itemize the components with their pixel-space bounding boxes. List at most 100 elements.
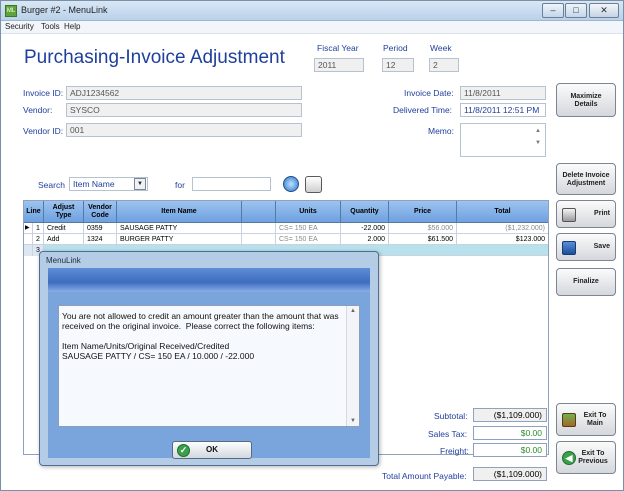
cell-total: ($1,232.000) <box>505 225 545 232</box>
invoice-date-field[interactable]: 11/8/2011 <box>460 86 546 100</box>
save-label: Save <box>593 243 610 250</box>
col-price[interactable]: Price <box>389 201 457 223</box>
freight-field[interactable]: $0.00 <box>473 443 547 457</box>
cell-price[interactable]: $61.500 <box>389 234 457 245</box>
scroll-down-icon[interactable]: ▼ <box>347 418 359 424</box>
period-label: Period <box>383 43 408 53</box>
menu-tools[interactable]: Tools <box>41 22 60 31</box>
print-label: Print <box>594 210 610 217</box>
exit-to-main-label: Exit To Main <box>583 412 607 427</box>
clear-search-icon[interactable] <box>305 176 322 193</box>
subtotal-value: ($1,109.000) <box>473 408 547 422</box>
cell-units[interactable]: CS= 150 EA <box>276 234 341 245</box>
search-input[interactable] <box>192 177 271 191</box>
search-label: Search <box>38 180 65 190</box>
week-label: Week <box>430 43 452 53</box>
cell-price[interactable]: $56.000 <box>389 223 457 234</box>
sales-tax-label: Sales Tax: <box>428 429 468 439</box>
col-units[interactable]: Units <box>276 201 341 223</box>
floppy-disk-icon <box>562 241 576 255</box>
finalize-button[interactable]: Finalize <box>556 268 616 296</box>
table-row[interactable]: 2 Add 1324 BURGER PATTY CS= 150 EA 2.000… <box>24 234 548 245</box>
cell-blank <box>242 234 276 245</box>
save-button[interactable]: Save <box>556 233 616 261</box>
app-icon: ML <box>5 5 17 17</box>
col-quantity[interactable]: Quantity <box>341 201 389 223</box>
for-label: for <box>175 180 185 190</box>
application-window: ML Burger #2 - MenuLink – □ ✕ Security T… <box>0 0 624 491</box>
sales-tax-field[interactable]: $0.00 <box>473 426 547 440</box>
memo-scrollbar[interactable]: ▲ ▼ <box>532 125 544 155</box>
menu-help[interactable]: Help <box>64 22 80 31</box>
cell-vendor-code[interactable]: 1324 <box>84 234 117 245</box>
col-total[interactable]: Total <box>457 201 548 223</box>
col-adjust-type[interactable]: Adjust Type <box>44 201 84 223</box>
exit-to-main-button[interactable]: Exit To Main <box>556 403 616 436</box>
close-button[interactable]: ✕ <box>589 3 619 18</box>
maximize-button[interactable]: □ <box>565 3 587 18</box>
exit-to-previous-label: Exit To Previous <box>578 450 608 465</box>
scroll-up-icon[interactable]: ▲ <box>347 308 359 314</box>
cell-item-name[interactable]: BURGER PATTY <box>117 234 242 245</box>
vendor-id-label: Vendor ID: <box>23 126 64 136</box>
exit-to-previous-button[interactable]: ◀ Exit To Previous <box>556 441 616 474</box>
maximize-details-button[interactable]: Maximize Details <box>556 83 616 117</box>
error-dialog: MenuLink You are not allowed to credit a… <box>39 251 379 466</box>
week-field: 2 <box>429 58 459 72</box>
cell-units[interactable]: CS= 150 EA <box>276 223 341 234</box>
subtotal-label: Subtotal: <box>434 411 468 421</box>
back-arrow-icon: ◀ <box>562 451 576 465</box>
col-item-name[interactable]: Item Name <box>117 201 242 223</box>
ok-button[interactable]: ✓ OK <box>172 441 252 459</box>
dialog-message: You are not allowed to credit an amount … <box>58 305 360 427</box>
chevron-down-icon[interactable]: ▼ <box>134 178 146 190</box>
period-field: 12 <box>382 58 414 72</box>
grid-header: Line Adjust Type Vendor Code Item Name U… <box>24 201 548 223</box>
table-row[interactable]: ▶ 1 Credit 0359 SAUSAGE PATTY CS= 150 EA… <box>24 223 548 234</box>
cell-total: $123.000 <box>515 236 545 243</box>
col-blank[interactable] <box>242 201 276 223</box>
row-pointer-icon: ▶ <box>24 223 33 234</box>
cell-item-name[interactable]: SAUSAGE PATTY <box>117 223 242 234</box>
total-payable-value: ($1,109.000) <box>473 467 547 481</box>
cell-adjust-type[interactable]: Add <box>44 234 84 245</box>
dialog-title: MenuLink <box>46 256 81 265</box>
fiscal-year-field: 2011 <box>314 58 364 72</box>
cell-blank <box>242 223 276 234</box>
delivered-time-field[interactable]: 11/8/2011 12:51 PM <box>460 103 546 117</box>
printer-icon <box>562 208 576 222</box>
cell-line: 1 <box>33 223 44 234</box>
memo-label: Memo: <box>428 126 454 136</box>
title-bar: ML Burger #2 - MenuLink – □ ✕ <box>1 1 623 21</box>
invoice-date-label: Invoice Date: <box>404 88 454 98</box>
invoice-id-field[interactable]: ADJ1234562 <box>66 86 302 100</box>
cell-adjust-type[interactable]: Credit <box>44 223 84 234</box>
maximize-details-label: Maximize Details <box>570 93 602 108</box>
col-vendor-code[interactable]: Vendor Code <box>84 201 117 223</box>
dialog-header-band <box>48 268 370 292</box>
fiscal-year-label: Fiscal Year <box>317 43 359 53</box>
col-line[interactable]: Line <box>24 201 44 223</box>
finalize-label: Finalize <box>573 278 599 285</box>
total-payable-label: Total Amount Payable: <box>382 471 467 481</box>
page-title: Purchasing-Invoice Adjustment <box>24 47 285 68</box>
menu-bar: Security Tools Help <box>1 21 623 34</box>
print-button[interactable]: Print <box>556 200 616 228</box>
cell-vendor-code[interactable]: 0359 <box>84 223 117 234</box>
row-pointer-blank <box>24 245 33 256</box>
delivered-time-label: Delivered Time: <box>393 105 453 115</box>
menu-security[interactable]: Security <box>5 22 34 31</box>
row-pointer-blank <box>24 234 33 245</box>
dialog-scrollbar[interactable]: ▲ ▼ <box>346 306 359 426</box>
delete-invoice-adjustment-label: Delete Invoice Adjustment <box>562 172 610 187</box>
search-icon[interactable] <box>283 176 299 192</box>
invoice-id-label: Invoice ID: <box>23 88 64 98</box>
exit-door-icon <box>562 413 576 427</box>
delete-invoice-adjustment-button[interactable]: Delete Invoice Adjustment <box>556 163 616 195</box>
freight-label: Freight: <box>440 446 469 456</box>
cell-quantity[interactable]: -22.000 <box>341 223 389 234</box>
cell-quantity[interactable]: 2.000 <box>341 234 389 245</box>
vendor-field[interactable]: SYSCO <box>66 103 302 117</box>
vendor-id-field[interactable]: 001 <box>66 123 302 137</box>
minimize-button[interactable]: – <box>542 3 564 18</box>
